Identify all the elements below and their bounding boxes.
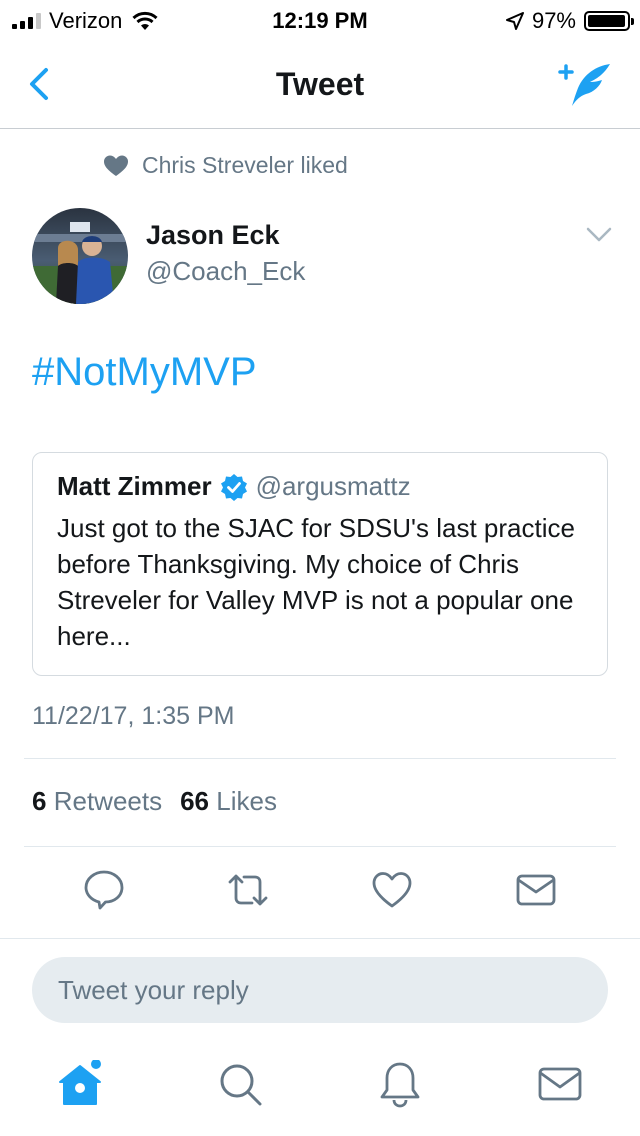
reply-input[interactable]: Tweet your reply	[32, 957, 608, 1023]
quoted-tweet[interactable]: Matt Zimmer @argusmattz Just got to the …	[32, 452, 608, 676]
divider	[24, 846, 616, 847]
direct-message-icon[interactable]	[514, 868, 558, 912]
avatar-photo	[32, 208, 128, 304]
chevron-down-icon[interactable]	[586, 226, 612, 244]
search-icon[interactable]	[216, 1060, 264, 1108]
author-handle[interactable]: @Coach_Eck	[146, 256, 305, 287]
status-right: 97%	[505, 8, 634, 34]
retweets-count: 6	[32, 786, 47, 816]
retweets-stat[interactable]: 6 Retweets	[32, 786, 162, 817]
likes-label: Likes	[216, 786, 277, 816]
retweets-label: Retweets	[53, 786, 163, 816]
messages-icon[interactable]	[536, 1060, 584, 1108]
quoted-author-handle: @argusmattz	[255, 471, 411, 501]
status-bar: Verizon 12:19 PM 97%	[0, 0, 640, 40]
nav-bar: Tweet	[0, 40, 640, 129]
verified-badge-icon	[220, 473, 247, 501]
reply-icon[interactable]	[82, 868, 126, 912]
tweet-hashtag[interactable]: #NotMyMVP	[32, 350, 257, 395]
engagement-counts: 6 Retweets 66 Likes	[32, 786, 277, 817]
location-arrow-icon	[505, 12, 524, 30]
author-avatar[interactable]	[32, 208, 128, 304]
context-label[interactable]: Chris Streveler liked	[142, 152, 348, 179]
quoted-author-name: Matt Zimmer	[57, 471, 212, 501]
like-heart-icon[interactable]	[370, 868, 414, 912]
social-context: Chris Streveler liked	[104, 152, 348, 179]
heart-icon	[104, 155, 128, 176]
notifications-bell-icon[interactable]	[376, 1060, 424, 1108]
tweet-timestamp: 11/22/17, 1:35 PM	[32, 702, 235, 730]
likes-count: 66	[180, 786, 210, 816]
compose-tweet-icon[interactable]	[556, 60, 614, 110]
page-title: Tweet	[275, 66, 365, 102]
action-bar	[0, 868, 640, 912]
retweet-icon[interactable]	[226, 868, 270, 912]
likes-stat[interactable]: 66 Likes	[180, 786, 277, 817]
battery-percent: 97%	[531, 8, 576, 33]
home-icon[interactable]	[56, 1060, 104, 1108]
author-name[interactable]: Jason Eck	[146, 220, 280, 251]
quoted-header: Matt Zimmer @argusmattz	[57, 471, 583, 502]
quoted-text: Just got to the SJAC for SDSU's last pra…	[57, 513, 575, 651]
divider	[24, 758, 616, 759]
battery-icon	[584, 11, 634, 31]
